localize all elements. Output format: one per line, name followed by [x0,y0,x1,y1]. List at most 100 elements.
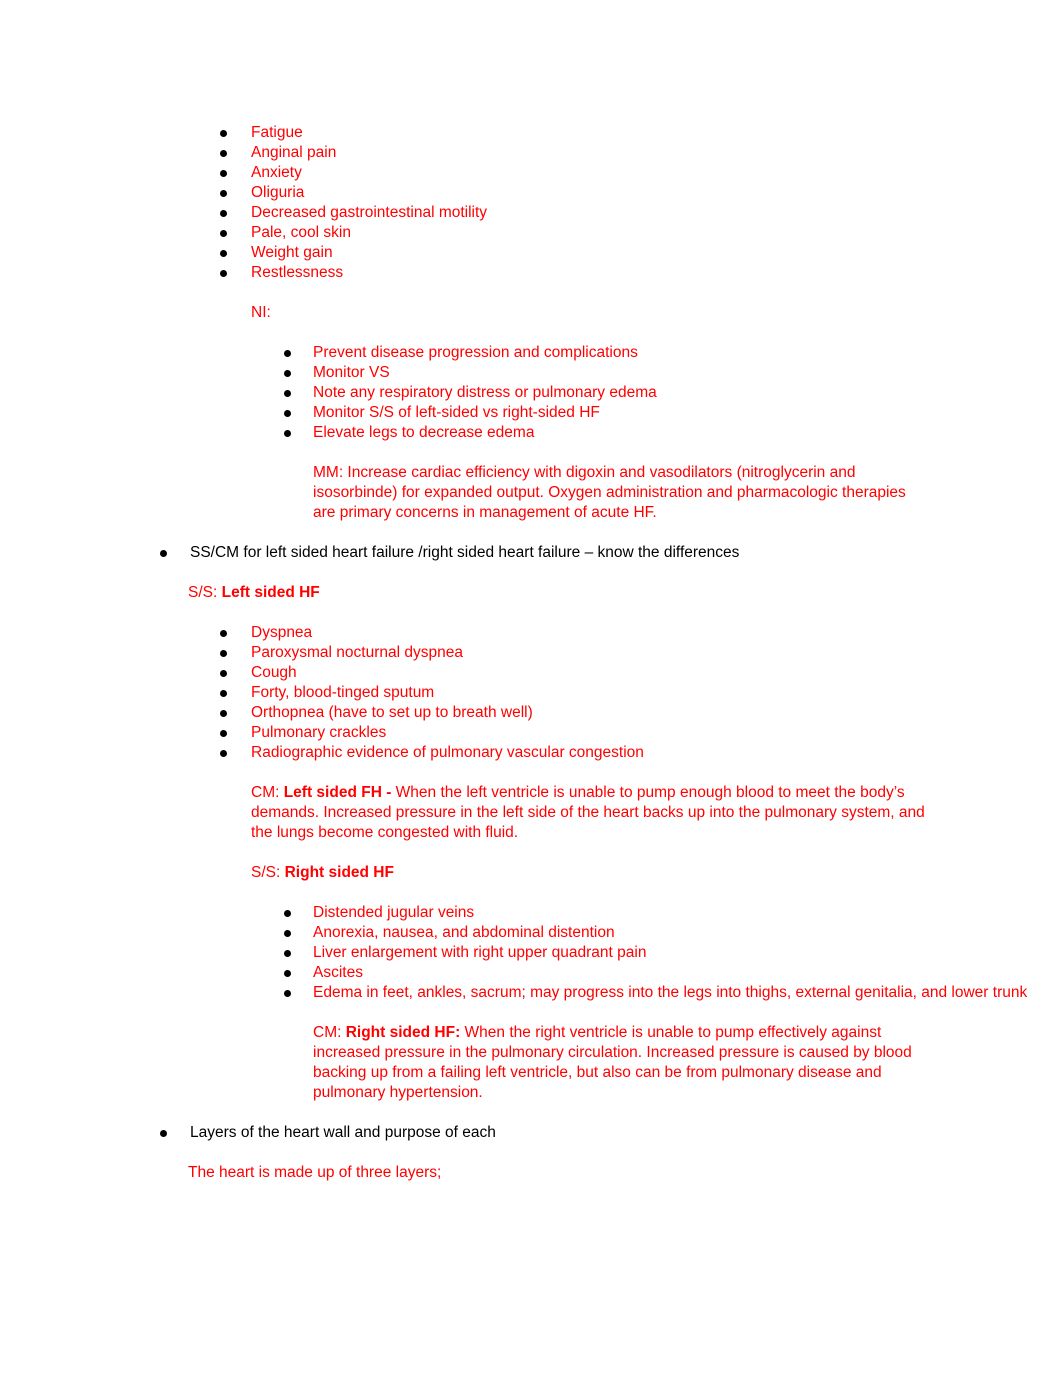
list-item-label: Forty, blood-tinged sputum [251,684,435,701]
list-item: Pulmonary crackles [0,723,1062,743]
list-item-label: Orthopnea (have to set up to breath well… [251,704,533,721]
list-item-label: Monitor VS [313,364,390,381]
list-item: Dyspnea [0,623,1062,643]
bullet-icon [220,250,227,257]
list-item: Paroxysmal nocturnal dyspnea [0,643,1062,663]
bullet-icon [284,970,291,977]
left-sided-hf-cm-paragraph: CM: Left sided FH - When the left ventri… [0,783,1062,843]
list-item: Note any respiratory distress or pulmona… [0,383,1062,403]
heart-layers-note: The heart is made up of three layers; [188,1164,442,1181]
list-item: Fatigue [0,123,1062,143]
ss-cm-topic-list: SS/CM for left sided heart failure /righ… [0,543,1062,563]
document-content: Fatigue Anginal pain Anxiety Oliguria De… [0,0,1062,1183]
list-item: Anorexia, nausea, and abdominal distenti… [0,923,1062,943]
bullet-icon [220,670,227,677]
nursing-interventions-heading: NI: [251,304,271,321]
list-item-label: Prevent disease progression and complica… [313,344,638,361]
bullet-icon [220,690,227,697]
list-item: Prevent disease progression and complica… [0,343,1062,363]
list-item-label: Monitor S/S of left-sided vs right-sided… [313,404,600,421]
bullet-icon [220,630,227,637]
left-sided-hf-heading: S/S: Left sided HF [0,583,1062,603]
list-item-label: Radiographic evidence of pulmonary vascu… [251,744,644,761]
bullet-icon [220,150,227,157]
list-item: Cough [0,663,1062,683]
list-item-label: Ascites [313,964,363,981]
bullet-icon [284,390,291,397]
list-item: Elevate legs to decrease edema [0,423,1062,443]
bullet-icon [220,270,227,277]
bullet-icon [160,550,167,557]
list-item-label: SS/CM for left sided heart failure /righ… [190,544,740,561]
bullet-icon [220,750,227,757]
list-item: Anginal pain [0,143,1062,163]
left-sided-hf-signs-list: Dyspnea Paroxysmal nocturnal dyspnea Cou… [0,623,1062,763]
list-item-label: Pale, cool skin [251,224,351,241]
bullet-icon [220,130,227,137]
list-item-label: Anginal pain [251,144,337,161]
list-item: Liver enlargement with right upper quadr… [0,943,1062,963]
bullet-icon [220,730,227,737]
cm-prefix: CM: [251,784,284,801]
list-item: Monitor S/S of left-sided vs right-sided… [0,403,1062,423]
medical-management-paragraph: MM: Increase cardiac efficiency with dig… [313,464,906,521]
list-item-label: Cough [251,664,297,681]
bullet-icon [220,230,227,237]
document-page: Fatigue Anginal pain Anxiety Oliguria De… [0,0,1062,1376]
list-item: Pale, cool skin [0,223,1062,243]
right-sided-hf-heading-prefix: S/S: [251,864,285,881]
right-sided-hf-heading-bold: Right sided HF [284,864,394,881]
list-item-label: Pulmonary crackles [251,724,387,741]
left-sided-hf-heading-prefix: S/S: [188,584,222,601]
bullet-icon [220,170,227,177]
heart-layers-topic-list: Layers of the heart wall and purpose of … [0,1123,1062,1143]
list-item: Weight gain [0,243,1062,263]
bullet-icon [284,430,291,437]
bullet-icon [284,930,291,937]
left-sided-hf-heading-bold: Left sided HF [221,584,320,601]
bullet-icon [284,410,291,417]
bullet-icon [284,350,291,357]
list-item-label: Fatigue [251,124,303,141]
list-item: Edema in feet, ankles, sacrum; may progr… [0,983,1062,1003]
list-item: Orthopnea (have to set up to breath well… [0,703,1062,723]
list-item-label: Dyspnea [251,624,313,641]
bullet-icon [284,950,291,957]
list-item-label: Oliguria [251,184,305,201]
list-item-label: Distended jugular veins [313,904,475,921]
bullet-icon [284,910,291,917]
list-item: Layers of the heart wall and purpose of … [0,1123,1062,1143]
list-item-label: Anorexia, nausea, and abdominal distenti… [313,924,615,941]
bullet-icon [284,370,291,377]
list-item: Oliguria [0,183,1062,203]
list-item: Decreased gastrointestinal motility [0,203,1062,223]
nursing-interventions-list: Prevent disease progression and complica… [0,343,1062,443]
list-item-label: Layers of the heart wall and purpose of … [190,1124,496,1141]
top-margin-spacer [0,0,1062,123]
list-item-label: Paroxysmal nocturnal dyspnea [251,644,463,661]
list-item-label: Restlessness [251,264,344,281]
list-item-label: Elevate legs to decrease edema [313,424,535,441]
right-sided-hf-heading: S/S: Right sided HF [0,863,1062,883]
right-sided-hf-signs-list: Distended jugular veins Anorexia, nausea… [0,903,1062,1003]
list-item: Forty, blood-tinged sputum [0,683,1062,703]
hf-general-signs-list: Fatigue Anginal pain Anxiety Oliguria De… [0,123,1062,283]
list-item: Ascites [0,963,1062,983]
bullet-icon [220,710,227,717]
list-item: Distended jugular veins [0,903,1062,923]
bullet-icon [160,1130,167,1137]
list-item-label: Decreased gastrointestinal motility [251,204,488,221]
list-item-label: Edema in feet, ankles, sacrum; may progr… [313,984,1028,1001]
list-item: Radiographic evidence of pulmonary vascu… [0,743,1062,763]
